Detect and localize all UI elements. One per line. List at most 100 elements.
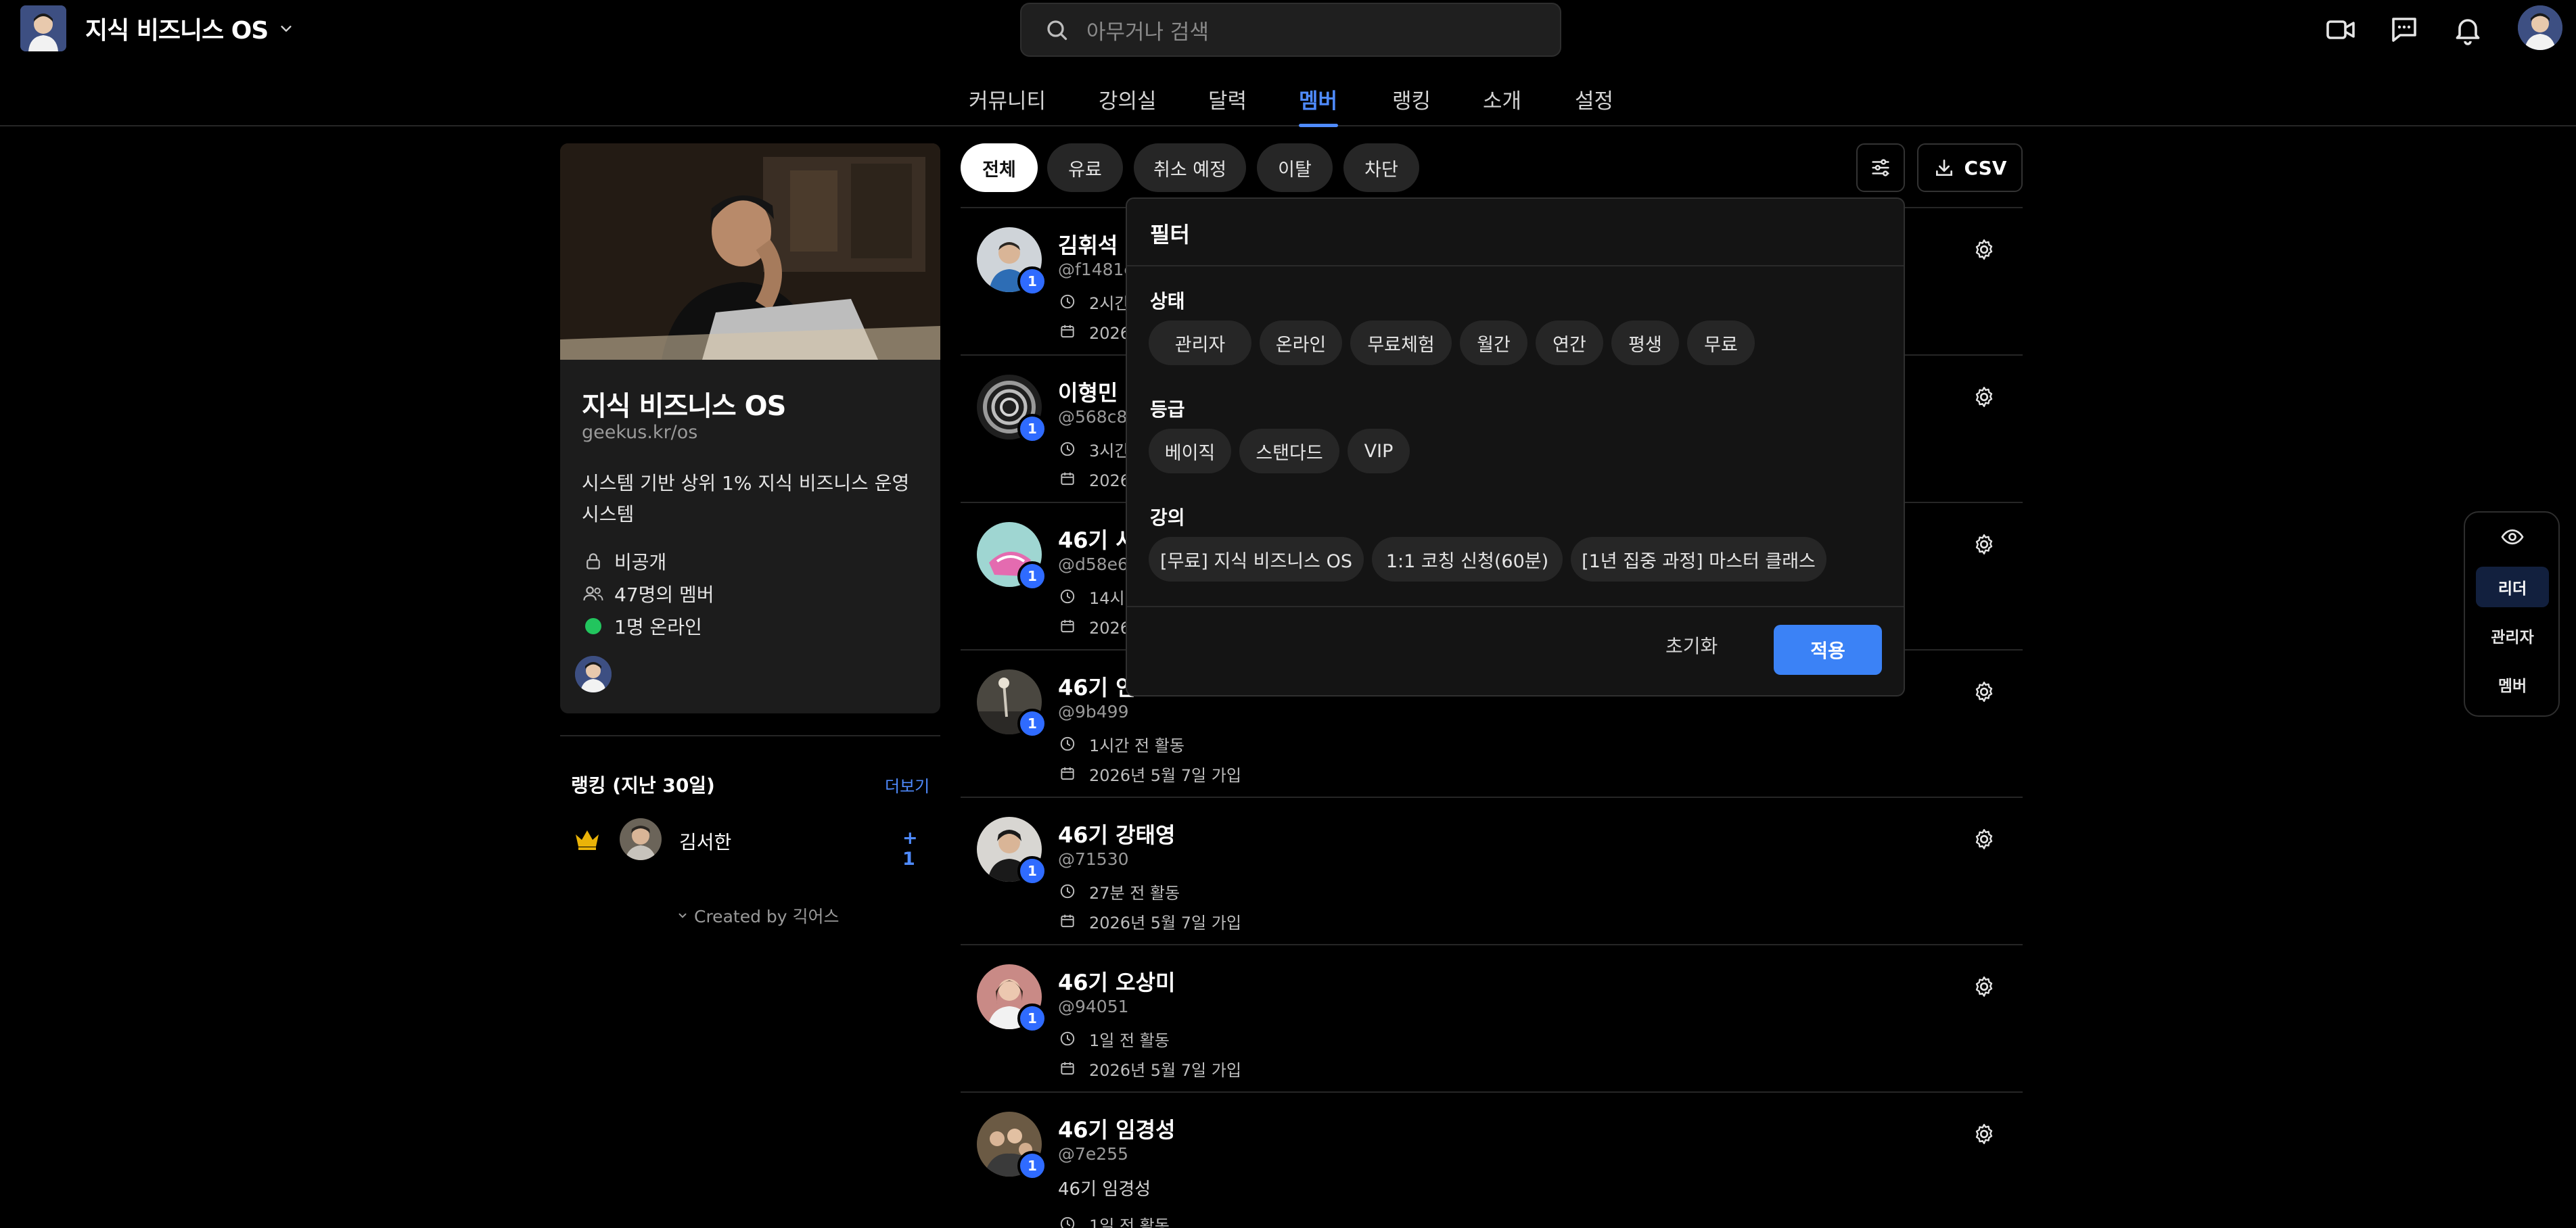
member-name[interactable]: 김휘석 [1058,229,1118,260]
gear-icon[interactable] [1969,824,2000,855]
bell-icon[interactable] [2450,12,2485,47]
gear-icon[interactable] [1969,676,2000,707]
filter-option-course-coaching[interactable]: 1:1 코칭 신청(60분) [1372,537,1563,582]
clock-icon [1058,588,1077,605]
search-icon [1044,18,1069,42]
ranking-title: 랭킹 (지난 30일) [571,774,715,797]
view-as-admin[interactable]: 관리자 [2476,615,2549,656]
filter-option-free[interactable]: 무료 [1687,321,1755,365]
filter-option-trial[interactable]: 무료체험 [1350,321,1452,365]
divider [1127,265,1904,266]
calendar-icon [1058,323,1077,340]
tab-about[interactable]: 소개 [1483,84,1521,114]
calendar-icon [1058,1060,1077,1077]
member-handle: @7e255 [1058,1144,1129,1164]
member-row[interactable]: 1 46기 오상미 @94051 1일 전 활동 2026년 5월 7일 가입 [961,944,2023,1091]
member-bio: 46기 임경성 [1058,1179,1151,1200]
ranking-more-link[interactable]: 더보기 [885,773,929,797]
view-as-member[interactable]: 멤버 [2476,664,2549,705]
level-badge: 1 [1017,856,1047,886]
gear-icon[interactable] [1969,234,2000,265]
search-input[interactable]: 아무거나 검색 [1020,3,1561,57]
chevron-down-icon [676,910,689,922]
clock-icon [1058,1030,1077,1047]
filter-option-monthly[interactable]: 월간 [1460,321,1527,365]
eye-icon [2500,525,2525,549]
level-badge: 1 [1017,709,1047,738]
member-name[interactable]: 46기 강태영 [1058,818,1175,849]
filter-option-lifetime[interactable]: 평생 [1611,321,1679,365]
clock-icon [1058,882,1077,900]
member-count: 47명의 멤버 [614,584,714,606]
users-icon [582,584,605,604]
gear-icon[interactable] [1969,971,2000,1002]
chip-cancel-scheduled[interactable]: 취소 예정 [1134,143,1246,192]
calendar-icon [1058,765,1077,782]
filter-panel-title: 필터 [1150,222,1190,247]
tab-classroom[interactable]: 강의실 [1099,84,1157,114]
tab-members[interactable]: 멤버 [1299,84,1337,114]
filter-option-online[interactable]: 온라인 [1260,321,1342,365]
user-avatar[interactable] [2518,5,2562,50]
gear-icon[interactable] [1969,529,2000,560]
member-row[interactable]: 1 46기 강태영 @71530 27분 전 활동 2026년 5월 7일 가입 [961,797,2023,944]
filter-settings-button[interactable] [1856,143,1905,192]
ranking-name: 김서한 [679,831,732,853]
filter-option-yearly[interactable]: 연간 [1536,321,1603,365]
member-activity: 27분 전 활동 [1058,880,1180,903]
view-as-leader[interactable]: 리더 [2476,567,2549,607]
community-switcher[interactable]: 지식 비즈니스 OS [20,5,294,51]
gear-icon[interactable] [1969,1118,2000,1150]
ranking-score: + 1 [902,828,918,870]
filter-panel: 필터 상태 관리자 온라인 무료체험 월간 연간 평생 무료 등급 베이직 스탠… [1126,197,1905,696]
csv-label: CSV [1964,156,2007,179]
member-name[interactable]: 46기 서 [1058,523,1136,554]
created-by-text: Created by 긱어스 [694,907,840,926]
ranking-entry[interactable]: 김서한 + 1 [571,816,929,870]
tab-calendar[interactable]: 달력 [1208,84,1247,114]
filter-option-vip[interactable]: VIP [1348,429,1410,473]
tab-settings[interactable]: 설정 [1575,84,1613,114]
view-as-panel: 리더 관리자 멤버 [2464,511,2560,717]
online-member-avatar[interactable] [575,656,612,692]
clock-icon [1058,440,1077,458]
member-activity: 1일 전 활동 [1058,1028,1170,1050]
tab-ranking[interactable]: 랭킹 [1392,84,1431,114]
filter-section-course-label: 강의 [1150,506,1185,529]
member-name[interactable]: 이형민 [1058,376,1118,407]
member-count-row[interactable]: 47명의 멤버 [582,582,714,606]
gear-icon[interactable] [1969,381,2000,412]
tab-community[interactable]: 커뮤니티 [969,84,1046,114]
member-name[interactable]: 46기 임경성 [1058,1113,1175,1144]
csv-export-button[interactable]: CSV [1917,143,2023,192]
joined-text: 2026년 5월 7일 가입 [1089,913,1241,932]
chip-all[interactable]: 전체 [961,143,1038,192]
filter-option-admin[interactable]: 관리자 [1149,321,1251,365]
filter-option-standard[interactable]: 스탠다드 [1239,429,1339,473]
filter-option-course-masterclass[interactable]: [1년 집중 과정] 마스터 클래스 [1571,537,1826,582]
filter-option-basic[interactable]: 베이직 [1149,429,1231,473]
video-icon[interactable] [2323,12,2358,47]
chat-icon[interactable] [2387,12,2422,47]
chip-churned[interactable]: 이탈 [1257,143,1333,192]
activity-text: 1일 전 활동 [1089,1216,1170,1228]
chip-blocked[interactable]: 차단 [1343,143,1419,192]
member-handle: @f1481e [1058,260,1134,279]
filter-option-course-free-os[interactable]: [무료] 지식 비즈니스 OS [1149,537,1364,582]
chip-paid[interactable]: 유료 [1047,143,1123,192]
level-badge: 1 [1017,561,1047,591]
created-by-link[interactable]: Created by 긱어스 [676,903,840,928]
member-handle: @9b499 [1058,702,1129,722]
lock-icon [582,551,605,571]
filter-section-grade-label: 등급 [1150,398,1185,421]
member-name[interactable]: 46기 인 [1058,671,1136,702]
community-url[interactable]: geekus.kr/os [582,422,697,443]
filter-reset-button[interactable]: 초기화 [1665,632,1718,659]
clock-icon [1058,1215,1077,1228]
filter-apply-button[interactable]: 적용 [1774,625,1882,675]
member-row[interactable]: 1 46기 임경성 @7e255 46기 임경성 1일 전 활동 [961,1091,2023,1228]
search-placeholder: 아무거나 검색 [1086,20,1209,45]
member-name[interactable]: 46기 오상미 [1058,966,1175,997]
main-nav: 커뮤니티 강의실 달력 멤버 랭킹 소개 설정 [0,76,2576,127]
member-handle: @568c8 [1058,407,1128,427]
